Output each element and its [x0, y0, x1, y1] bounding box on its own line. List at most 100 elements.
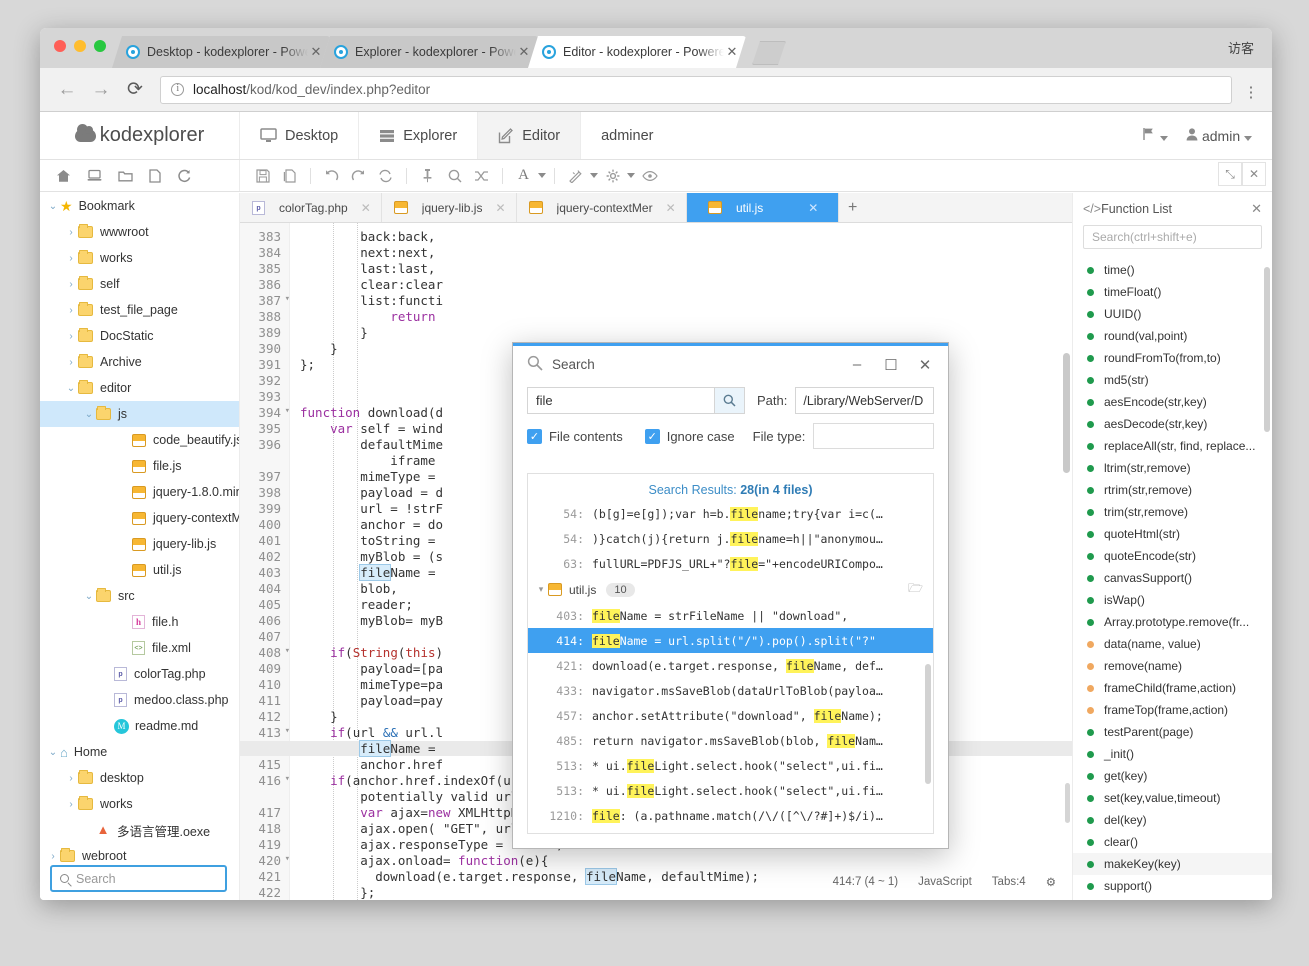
user-menu[interactable]: admin: [1186, 128, 1252, 144]
maximize-icon[interactable]: ☐: [874, 349, 908, 381]
function-list-item[interactable]: support(): [1073, 875, 1272, 897]
tab-close-icon[interactable]: ✕: [516, 44, 532, 60]
shuffle-icon[interactable]: [469, 164, 494, 188]
close-icon[interactable]: ✕: [666, 201, 676, 215]
tree-item[interactable]: ›test_file_page: [40, 297, 239, 323]
tree-search-input[interactable]: Search: [50, 865, 227, 892]
close-window-button[interactable]: [54, 40, 66, 52]
reload-icon[interactable]: ⟳: [118, 73, 152, 107]
tree-expand-arrow[interactable]: ⌄: [82, 409, 96, 420]
tree-item[interactable]: ⌄editor: [40, 375, 239, 401]
tree-item[interactable]: ⌄src: [40, 583, 239, 609]
tree-item[interactable]: hfile.h: [40, 609, 239, 635]
search-query-input[interactable]: file: [527, 387, 714, 414]
function-list-item[interactable]: data(name, value): [1073, 633, 1272, 655]
function-list[interactable]: time()timeFloat()UUID()round(val,point)r…: [1073, 259, 1272, 900]
tree-item[interactable]: ›self: [40, 271, 239, 297]
minimize-icon[interactable]: –: [840, 349, 874, 381]
tree-item[interactable]: ›wwwroot: [40, 219, 239, 245]
tree-expand-arrow[interactable]: ⌄: [46, 201, 60, 212]
function-list-item[interactable]: roundFromTo(from,to): [1073, 347, 1272, 369]
window-traffic-lights[interactable]: [54, 40, 106, 52]
function-list-item[interactable]: time(): [1073, 259, 1272, 281]
guest-profile-label[interactable]: 访客: [1228, 38, 1254, 57]
zoom-window-button[interactable]: [94, 40, 106, 52]
collapse-arrow-icon[interactable]: ▾: [534, 584, 548, 595]
search-result-row[interactable]: 421:download(e.target.response, fileName…: [528, 653, 933, 678]
function-list-item[interactable]: round(val,point): [1073, 325, 1272, 347]
function-list-item[interactable]: replaceAll(str, find, replace...: [1073, 435, 1272, 457]
code-fold-marker[interactable]: ▾: [285, 294, 290, 304]
tab-size[interactable]: Tabs:4: [992, 876, 1026, 888]
function-list-item[interactable]: ltrim(str,remove): [1073, 457, 1272, 479]
tree-expand-arrow[interactable]: ›: [46, 851, 60, 862]
tree-item[interactable]: jquery-1.8.0.min.: [40, 479, 239, 505]
language-mode[interactable]: JavaScript: [918, 876, 972, 888]
close-icon[interactable]: ✕: [1251, 201, 1262, 217]
search-icon[interactable]: [442, 164, 467, 188]
function-list-item[interactable]: isWap(): [1073, 589, 1272, 611]
close-icon[interactable]: ✕: [495, 201, 505, 215]
function-list-item[interactable]: testParent(page): [1073, 721, 1272, 743]
function-list-item[interactable]: quoteHtml(str): [1073, 523, 1272, 545]
file-contents-checkbox[interactable]: ✓: [527, 429, 542, 444]
function-list-item[interactable]: _init(): [1073, 743, 1272, 765]
tree-expand-arrow[interactable]: ⌄: [64, 383, 78, 394]
ignore-case-checkbox[interactable]: ✓: [645, 429, 660, 444]
function-list-item[interactable]: del(key): [1073, 809, 1272, 831]
browser-tab[interactable]: Explorer - kodexplorer - Powere ✕: [320, 36, 538, 68]
tree-item[interactable]: <>file.xml: [40, 635, 239, 661]
tab-close-icon[interactable]: ✕: [724, 44, 740, 60]
search-result-row[interactable]: 433:navigator.msSaveBlob(dataUrlToBlob(p…: [528, 678, 933, 703]
tree-item[interactable]: code_beautify.js: [40, 427, 239, 453]
search-submit-button[interactable]: [714, 387, 745, 414]
redo-icon[interactable]: [346, 164, 371, 188]
file-tab-util-js[interactable]: util.js ✕: [687, 193, 839, 222]
chevron-down-icon[interactable]: [538, 173, 546, 178]
tree-item[interactable]: util.js: [40, 557, 239, 583]
close-icon[interactable]: ✕: [361, 201, 371, 215]
preview-icon[interactable]: [637, 164, 662, 188]
tree-item[interactable]: ▲多语言管理.oexe: [40, 817, 239, 843]
file-icon[interactable]: [149, 169, 161, 183]
tree-item[interactable]: pcolorTag.php: [40, 661, 239, 687]
code-fold-marker[interactable]: ▾: [285, 726, 290, 736]
function-list-item[interactable]: timeFloat(): [1073, 281, 1272, 303]
tree-item[interactable]: ⌄⌂Home: [40, 739, 239, 765]
tree-item[interactable]: ›DocStatic: [40, 323, 239, 349]
search-result-row[interactable]: 1210:file: (a.pathname.match(/\/([^\/?#]…: [528, 803, 933, 828]
function-list-item[interactable]: remove(name): [1073, 655, 1272, 677]
chevron-down-icon[interactable]: [590, 173, 598, 178]
search-result-file-group[interactable]: ▾util.js10🗁: [528, 576, 933, 603]
new-file-tab-button[interactable]: +: [839, 193, 867, 222]
tree-item[interactable]: ⌄★Bookmark: [40, 193, 239, 219]
forward-icon[interactable]: →: [84, 73, 118, 107]
new-tab-button[interactable]: [752, 41, 786, 65]
function-list-item[interactable]: frameTop(frame,action): [1073, 699, 1272, 721]
search-result-row[interactable]: 63:fullURL=PDFJS_URL+"?file="+encodeURIC…: [528, 551, 933, 576]
flag-menu[interactable]: [1142, 127, 1168, 144]
file-tab-colortag-php[interactable]: p colorTag.php ✕: [240, 193, 382, 222]
search-result-row[interactable]: 2089:profile:function() {}: [528, 828, 933, 834]
function-list-item[interactable]: get(key): [1073, 765, 1272, 787]
gear-icon[interactable]: ⚙: [1046, 875, 1056, 889]
function-list-item[interactable]: set(key,value,timeout): [1073, 787, 1272, 809]
function-list-item[interactable]: md5(str): [1073, 369, 1272, 391]
function-list-item[interactable]: rtrim(str,remove): [1073, 479, 1272, 501]
tree-item[interactable]: ›works: [40, 791, 239, 817]
function-list-item[interactable]: frameChild(frame,action): [1073, 677, 1272, 699]
settings-icon[interactable]: [600, 164, 625, 188]
browser-tab-active[interactable]: Editor - kodexplorer - Powered ✕: [528, 36, 746, 68]
nav-item-desktop[interactable]: Desktop: [240, 112, 359, 159]
back-icon[interactable]: ←: [50, 73, 84, 107]
function-list-item[interactable]: trim(str,remove): [1073, 501, 1272, 523]
font-icon[interactable]: A: [511, 164, 536, 188]
url-input[interactable]: localhost/kod/kod_dev/index.php?editor: [160, 76, 1232, 104]
close-icon[interactable]: ✕: [1242, 162, 1266, 186]
tree-expand-arrow[interactable]: ›: [64, 799, 78, 810]
code-fold-marker[interactable]: ▾: [285, 406, 290, 416]
tree-item[interactable]: jquery-lib.js: [40, 531, 239, 557]
tree-item[interactable]: ⌄js: [40, 401, 239, 427]
close-icon[interactable]: ✕: [908, 349, 942, 381]
nav-item-editor[interactable]: Editor: [478, 112, 581, 159]
